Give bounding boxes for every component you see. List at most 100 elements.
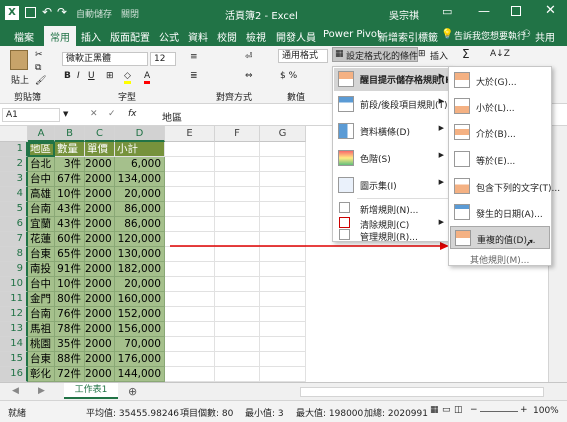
insert-cells-icon[interactable]: ⊞ bbox=[418, 49, 426, 59]
close-icon[interactable]: ✕ bbox=[545, 3, 556, 18]
table-cell[interactable]: 72件 bbox=[55, 367, 85, 382]
empty-cell[interactable] bbox=[165, 172, 215, 187]
empty-cell[interactable] bbox=[215, 337, 260, 352]
empty-cell[interactable] bbox=[260, 202, 306, 217]
borders-icon[interactable]: ⊞ bbox=[106, 71, 114, 81]
table-cell[interactable]: 35件 bbox=[55, 337, 85, 352]
table-cell[interactable]: 3件 bbox=[55, 157, 85, 172]
header-cell[interactable]: 單價 bbox=[85, 142, 115, 157]
empty-cell[interactable] bbox=[260, 322, 306, 337]
empty-cell[interactable] bbox=[215, 277, 260, 292]
page-break-view-icon[interactable]: ◫ bbox=[454, 405, 463, 415]
bold-button[interactable]: B bbox=[64, 71, 71, 81]
empty-cell[interactable] bbox=[165, 352, 215, 367]
table-cell[interactable]: 花蓮 bbox=[28, 232, 55, 247]
icon-sets-item[interactable]: 圖示集(I) ▶ bbox=[334, 174, 449, 197]
empty-cell[interactable] bbox=[165, 307, 215, 322]
name-box[interactable]: A1 bbox=[2, 108, 60, 122]
table-cell[interactable]: 台南 bbox=[28, 307, 55, 322]
table-cell[interactable]: 67件 bbox=[55, 172, 85, 187]
table-cell[interactable]: 2000 bbox=[85, 337, 115, 352]
table-cell[interactable]: 台北 bbox=[28, 157, 55, 172]
table-cell[interactable]: 2000 bbox=[85, 157, 115, 172]
tab-file[interactable]: 檔案 bbox=[14, 29, 34, 44]
empty-cell[interactable] bbox=[215, 352, 260, 367]
column-header[interactable]: E bbox=[165, 126, 215, 142]
table-cell[interactable]: 桃園 bbox=[28, 337, 55, 352]
empty-cell[interactable] bbox=[260, 262, 306, 277]
maximize-icon[interactable] bbox=[511, 6, 521, 16]
table-cell[interactable]: 86,000 bbox=[115, 217, 165, 232]
empty-cell[interactable] bbox=[260, 277, 306, 292]
row-header[interactable]: 8 bbox=[0, 247, 28, 262]
empty-cell[interactable] bbox=[215, 187, 260, 202]
normal-view-icon[interactable]: ▦ bbox=[430, 405, 439, 415]
row-header[interactable]: 7 bbox=[0, 232, 28, 247]
table-cell[interactable]: 高雄 bbox=[28, 187, 55, 202]
table-cell[interactable]: 2000 bbox=[85, 367, 115, 382]
table-cell[interactable]: 2000 bbox=[85, 307, 115, 322]
empty-cell[interactable] bbox=[215, 217, 260, 232]
enter-icon[interactable]: ✓ bbox=[108, 109, 116, 119]
empty-cell[interactable] bbox=[165, 322, 215, 337]
top-bottom-rules-item[interactable]: 前段/後段項目規則(T) ▶ bbox=[334, 93, 449, 116]
row-header[interactable]: 6 bbox=[0, 217, 28, 232]
table-cell[interactable]: 182,000 bbox=[115, 262, 165, 277]
font-name-combo[interactable]: 微軟正黑體 bbox=[62, 52, 148, 66]
sheet-next-icon[interactable]: ▶ bbox=[38, 386, 45, 396]
empty-cell[interactable] bbox=[165, 157, 215, 172]
number-format-combo[interactable]: 通用格式 bbox=[278, 49, 328, 63]
align-center-icon[interactable]: ≣ bbox=[190, 71, 198, 81]
table-cell[interactable]: 台東 bbox=[28, 352, 55, 367]
insert-cells-button[interactable]: 插入 bbox=[430, 49, 448, 62]
table-cell[interactable]: 南投 bbox=[28, 262, 55, 277]
sheet-tab[interactable]: 工作表1 bbox=[64, 383, 118, 399]
table-cell[interactable]: 144,000 bbox=[115, 367, 165, 382]
zoom-in-icon[interactable]: + bbox=[520, 405, 528, 415]
table-cell[interactable]: 78件 bbox=[55, 322, 85, 337]
fill-color-icon[interactable]: ◇ bbox=[124, 71, 131, 84]
greater-than-item[interactable]: 大於(G)... bbox=[450, 68, 550, 93]
tab-insert[interactable]: 插入 bbox=[81, 29, 101, 44]
tab-page-layout[interactable]: 版面配置 bbox=[110, 29, 150, 44]
table-cell[interactable]: 6,000 bbox=[115, 157, 165, 172]
wrap-text-icon[interactable]: ⏎ bbox=[245, 52, 253, 62]
tab-review[interactable]: 校閱 bbox=[217, 29, 237, 44]
table-cell[interactable]: 2000 bbox=[85, 202, 115, 217]
table-cell[interactable]: 台南 bbox=[28, 202, 55, 217]
empty-cell[interactable] bbox=[165, 202, 215, 217]
empty-cell[interactable] bbox=[215, 307, 260, 322]
table-cell[interactable]: 65件 bbox=[55, 247, 85, 262]
share-button[interactable]: 共用 bbox=[535, 29, 555, 44]
redo-icon[interactable]: ↷ bbox=[57, 5, 67, 19]
table-cell[interactable]: 金門 bbox=[28, 292, 55, 307]
cut-icon[interactable]: ✂ bbox=[35, 50, 43, 60]
row-header[interactable]: 13 bbox=[0, 322, 28, 337]
page-layout-view-icon[interactable]: ▭ bbox=[442, 405, 451, 415]
row-header[interactable]: 5 bbox=[0, 202, 28, 217]
table-cell[interactable]: 2000 bbox=[85, 292, 115, 307]
empty-cell[interactable] bbox=[260, 337, 306, 352]
table-cell[interactable]: 2000 bbox=[85, 352, 115, 367]
table-cell[interactable]: 2000 bbox=[85, 277, 115, 292]
row-header[interactable]: 16 bbox=[0, 367, 28, 382]
table-cell[interactable]: 台中 bbox=[28, 172, 55, 187]
empty-cell[interactable] bbox=[165, 292, 215, 307]
table-cell[interactable]: 91件 bbox=[55, 262, 85, 277]
empty-cell[interactable] bbox=[215, 367, 260, 382]
tab-developer[interactable]: 開發人員 bbox=[276, 29, 316, 44]
empty-cell[interactable] bbox=[165, 262, 215, 277]
user-name[interactable]: 吳宗祺 bbox=[389, 7, 419, 22]
empty-cell[interactable] bbox=[260, 352, 306, 367]
table-cell[interactable]: 134,000 bbox=[115, 172, 165, 187]
autosum-button[interactable]: Σ bbox=[462, 47, 470, 61]
table-cell[interactable]: 120,000 bbox=[115, 232, 165, 247]
select-all-corner[interactable] bbox=[0, 126, 28, 142]
row-header[interactable]: 1 bbox=[0, 142, 28, 157]
empty-cell[interactable] bbox=[260, 172, 306, 187]
column-header[interactable]: F bbox=[215, 126, 260, 142]
empty-cell[interactable] bbox=[215, 202, 260, 217]
row-header[interactable]: 14 bbox=[0, 337, 28, 352]
less-than-item[interactable]: 小於(L)... bbox=[450, 94, 550, 119]
table-cell[interactable]: 馬祖 bbox=[28, 322, 55, 337]
